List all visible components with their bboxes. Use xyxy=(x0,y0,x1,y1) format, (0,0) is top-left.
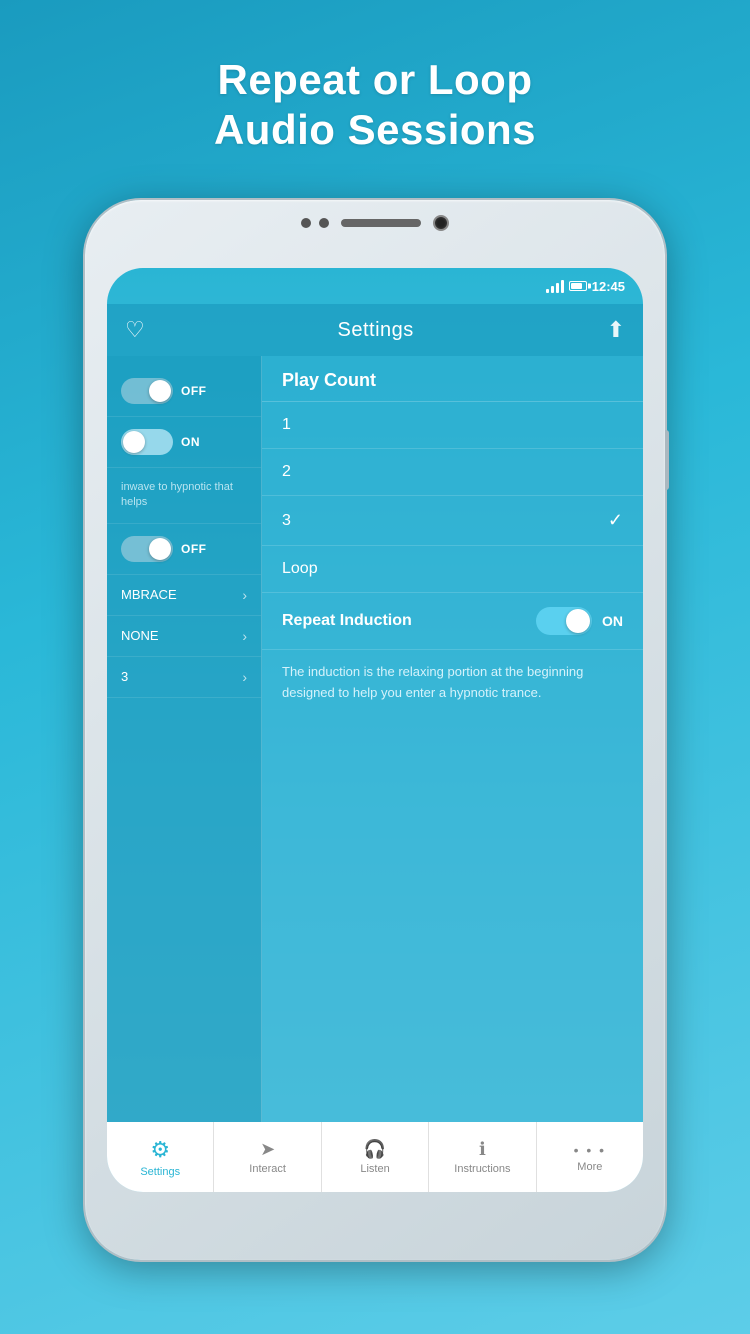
repeat-induction-description: The induction is the relaxing portion at… xyxy=(262,650,643,716)
share-icon[interactable]: ⬆ xyxy=(607,317,625,343)
none-chevron: › xyxy=(242,628,247,644)
main-content: OFF ON inwave to hypnotic that helps xyxy=(107,356,643,1122)
bottom-nav: ⚙ Settings ➤ Interact 🎧 Listen ℹ Instruc… xyxy=(107,1122,643,1192)
3-label: 3 xyxy=(121,669,128,684)
nav-more[interactable]: • • • More xyxy=(537,1122,643,1192)
power-button xyxy=(665,430,669,490)
sidebar-description: inwave to hypnotic that helps xyxy=(121,480,247,511)
toggle-2-knob xyxy=(123,431,145,453)
mbrace-option: MBRACE › xyxy=(121,587,247,603)
more-icon: • • • xyxy=(574,1142,606,1158)
nav-instructions-label: Instructions xyxy=(454,1163,510,1175)
sidebar-toggle-2-row: ON xyxy=(107,417,261,468)
camera-dots xyxy=(301,218,329,228)
status-time: 12:45 xyxy=(592,279,625,294)
play-count-item-3[interactable]: 3 ✓ xyxy=(262,496,643,546)
toggle-2-container: ON xyxy=(121,429,200,455)
instructions-icon: ℹ xyxy=(479,1139,486,1160)
app-header: ♡ Settings ⬆ xyxy=(107,304,643,356)
toggle-1-knob xyxy=(149,380,171,402)
play-count-value-loop: Loop xyxy=(282,560,318,578)
3-chevron: › xyxy=(242,669,247,685)
repeat-induction-label: Repeat Induction xyxy=(282,612,412,630)
repeat-induction-toggle[interactable] xyxy=(536,607,592,635)
battery-icon xyxy=(569,281,587,291)
sidebar-description-row: inwave to hypnotic that helps xyxy=(107,468,261,524)
toggle-3[interactable] xyxy=(121,536,173,562)
toggle-1[interactable] xyxy=(121,378,173,404)
checkmark-icon: ✓ xyxy=(608,510,623,531)
sidebar-none-row[interactable]: NONE › xyxy=(107,616,261,657)
play-count-value-1: 1 xyxy=(282,416,291,434)
nav-settings[interactable]: ⚙ Settings xyxy=(107,1122,214,1192)
page-title: Repeat or Loop Audio Sessions xyxy=(0,0,750,156)
mbrace-label: MBRACE xyxy=(121,587,177,602)
phone-top-bar xyxy=(265,214,485,232)
status-bar: 12:45 xyxy=(107,268,643,304)
sidebar-3-row[interactable]: 3 › xyxy=(107,657,261,698)
repeat-induction-knob xyxy=(566,609,590,633)
toggle-3-container: OFF xyxy=(121,536,207,562)
signal-icon xyxy=(546,279,564,293)
nav-more-label: More xyxy=(577,1161,602,1173)
3-option: 3 › xyxy=(121,669,247,685)
main-camera xyxy=(433,215,449,231)
none-label: NONE xyxy=(121,628,159,643)
settings-icon: ⚙ xyxy=(150,1137,170,1163)
play-count-value-3: 3 xyxy=(282,512,291,530)
repeat-induction-toggle-group: ON xyxy=(536,607,623,635)
mbrace-chevron: › xyxy=(242,587,247,603)
toggle-1-label: OFF xyxy=(181,384,207,398)
play-count-value-2: 2 xyxy=(282,463,291,481)
toggle-3-knob xyxy=(149,538,171,560)
repeat-induction-row: Repeat Induction ON xyxy=(262,593,643,650)
play-count-header: Play Count xyxy=(262,356,643,402)
listen-icon: 🎧 xyxy=(364,1139,386,1160)
toggle-2-label: ON xyxy=(181,435,200,449)
play-count-item-loop[interactable]: Loop xyxy=(262,546,643,593)
nav-interact[interactable]: ➤ Interact xyxy=(214,1122,321,1192)
favorite-icon[interactable]: ♡ xyxy=(125,317,145,343)
camera-dot-2 xyxy=(319,218,329,228)
toggle-1-container: OFF xyxy=(121,378,207,404)
sidebar: OFF ON inwave to hypnotic that helps xyxy=(107,356,262,1122)
interact-icon: ➤ xyxy=(260,1139,275,1160)
nav-settings-label: Settings xyxy=(140,1166,180,1178)
phone-screen: 12:45 ♡ Settings ⬆ OFF xyxy=(107,268,643,1192)
header-title: Settings xyxy=(338,319,414,342)
sidebar-toggle-3-row: OFF xyxy=(107,524,261,575)
repeat-induction-state: ON xyxy=(602,613,623,629)
toggle-2[interactable] xyxy=(121,429,173,455)
play-count-item-1[interactable]: 1 xyxy=(262,402,643,449)
nav-listen-label: Listen xyxy=(360,1163,389,1175)
status-icons: 12:45 xyxy=(546,279,625,294)
play-count-item-2[interactable]: 2 xyxy=(262,449,643,496)
nav-interact-label: Interact xyxy=(249,1163,286,1175)
right-panel: Play Count 1 2 3 ✓ Loop Repeat Inductio xyxy=(262,356,643,1122)
camera-dot-1 xyxy=(301,218,311,228)
nav-instructions[interactable]: ℹ Instructions xyxy=(429,1122,536,1192)
sidebar-toggle-1-row: OFF xyxy=(107,366,261,417)
sidebar-mbrace-row[interactable]: MBRACE › xyxy=(107,575,261,616)
phone-frame: 12:45 ♡ Settings ⬆ OFF xyxy=(85,200,665,1260)
toggle-3-label: OFF xyxy=(181,542,207,556)
speaker-bar xyxy=(341,219,421,227)
none-option: NONE › xyxy=(121,628,247,644)
nav-listen[interactable]: 🎧 Listen xyxy=(322,1122,429,1192)
